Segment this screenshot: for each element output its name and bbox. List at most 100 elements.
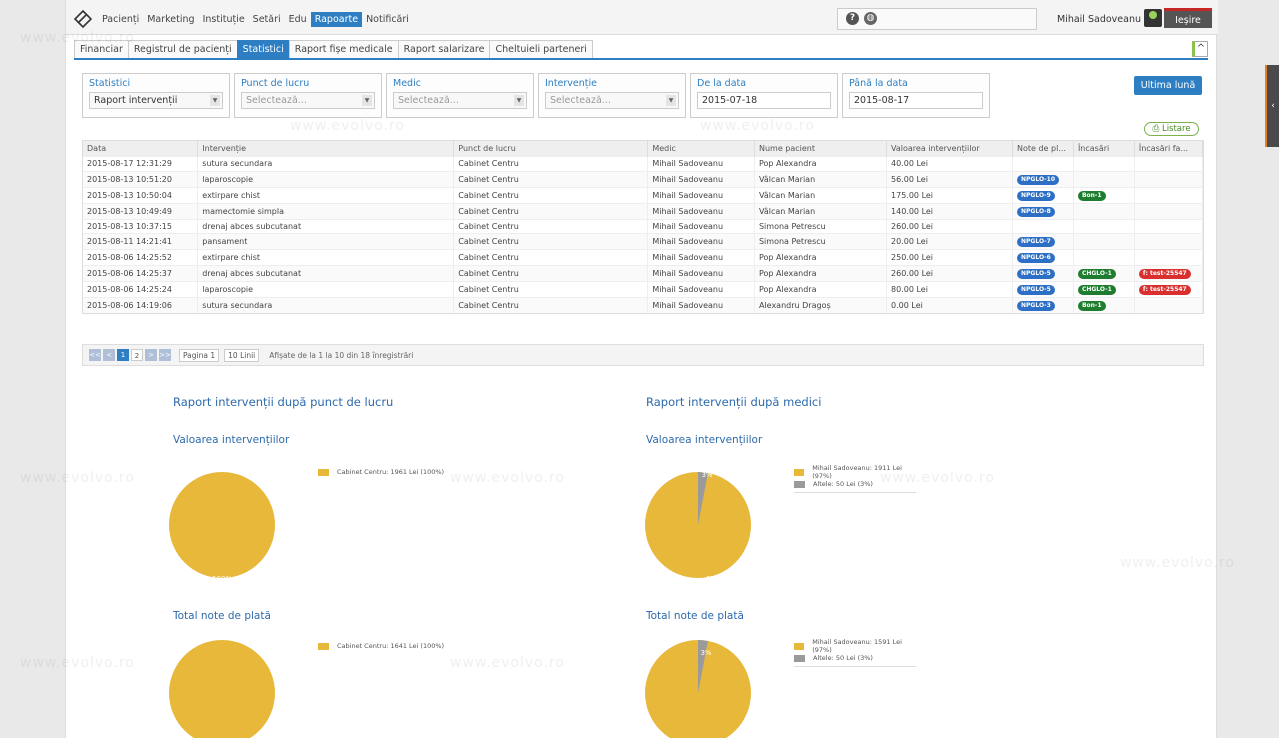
menu-item-2[interactable]: Instituție <box>199 12 249 27</box>
pager-button-0[interactable]: << <box>89 349 101 361</box>
column-header-7[interactable]: Încasări <box>1073 141 1135 157</box>
pie-right-value-other-slice <box>698 472 708 525</box>
table-cell <box>1134 218 1204 234</box>
print-list-button[interactable]: ⎙ Listare <box>1144 122 1199 136</box>
rows-per-page-select[interactable]: 10 Linii <box>224 348 260 362</box>
column-header-1[interactable]: Intervenție <box>197 141 455 157</box>
table-cell: 40.00 Lei <box>886 156 1013 171</box>
chevron-down-icon[interactable]: ▼ <box>210 95 220 106</box>
page-number-select[interactable]: Pagina 1 <box>179 348 220 362</box>
table-row[interactable]: 2015-08-11 14:21:41 pansament Cabinet Cent… <box>83 233 1204 250</box>
right-value-subtitle: Valoarea intervențiilor <box>646 434 763 446</box>
menu-item-4[interactable]: Edu <box>285 12 311 27</box>
report-left-title: Raport intervenții după punct de lucru <box>173 395 394 409</box>
table-row[interactable]: 2015-08-13 10:51:20 laparoscopie Cabinet C… <box>83 170 1204 187</box>
table-badge[interactable]: Bon-1 <box>1077 301 1106 311</box>
table-cell: 56.00 Lei <box>886 170 1013 187</box>
table-badge[interactable]: CHGLO-1 <box>1077 285 1116 295</box>
filter-input[interactable]: Selectează... ▼ <box>393 92 527 109</box>
pager-button-4[interactable]: > <box>145 349 157 361</box>
help-icon[interactable]: ? <box>846 12 859 25</box>
filter-input[interactable]: Selectează... ▼ <box>241 92 375 109</box>
column-header-5[interactable]: Valoarea intervențiilor <box>886 141 1013 157</box>
filter-input[interactable]: 2015-08-17 <box>849 92 983 109</box>
table-row[interactable]: 2015-08-06 14:25:37 drenaj abces subcutan… <box>83 265 1204 282</box>
menu-item-6[interactable]: Notificări <box>362 12 413 27</box>
legend-right-notes: Mihail Sadoveanu: 1591 Lei (97%) Altele: … <box>794 638 916 667</box>
table-row[interactable]: 2015-08-06 14:25:52 extirpare chist Cabine… <box>83 249 1204 266</box>
pager-button-1[interactable]: < <box>103 349 115 361</box>
menu-item-3[interactable]: Setări <box>249 12 285 27</box>
tab-2[interactable]: Statistici <box>236 40 290 58</box>
legend-swatch <box>794 480 805 488</box>
table-badge[interactable]: CHGLO-1 <box>1077 269 1116 279</box>
menu-item-5[interactable]: Rapoarte <box>310 12 363 27</box>
report-right-title: Raport intervenții după medici <box>646 395 822 409</box>
tab-5[interactable]: Cheltuieli parteneri <box>489 40 593 58</box>
app-logo-icon[interactable] <box>74 10 92 28</box>
pager-button-2[interactable]: 1 <box>117 349 129 361</box>
table-cell: Mihail Sadoveanu <box>647 186 755 203</box>
table-badge[interactable]: Bon-1 <box>1077 190 1106 201</box>
column-header-8[interactable]: Încasări fa... <box>1134 141 1204 157</box>
chevron-down-icon[interactable]: ▼ <box>666 95 676 106</box>
side-panel-toggle[interactable]: ‹ <box>1265 65 1279 147</box>
pager-button-5[interactable]: >> <box>159 349 171 361</box>
pie-right-value <box>645 472 751 578</box>
filter-label: Medic <box>393 78 421 89</box>
table-row[interactable]: 2015-08-06 14:25:24 laparoscopie Cabinet C… <box>83 281 1204 298</box>
user-name[interactable]: Mihail Sadoveanu <box>1057 14 1141 25</box>
table-cell <box>1134 170 1204 187</box>
tab-4[interactable]: Raport salarizare <box>397 40 491 58</box>
chevron-down-icon[interactable]: ▼ <box>514 95 524 106</box>
menu-item-0[interactable]: Pacienți <box>98 12 143 27</box>
menu-item-1[interactable]: Marketing <box>143 12 198 27</box>
table-badge[interactable]: NPGLO-9 <box>1017 190 1055 201</box>
table-cell: Vâlcan Marian <box>754 170 888 187</box>
table-badge[interactable]: NPGLO-3 <box>1017 301 1055 311</box>
table-row[interactable]: 2015-08-13 10:50:04 extirpare chist Cabine… <box>83 186 1204 203</box>
chevron-down-icon[interactable]: ▼ <box>362 95 372 106</box>
globe-icon[interactable]: ◍ <box>864 12 877 25</box>
table-badge[interactable]: NPGLO-5 <box>1017 269 1055 279</box>
table-badge[interactable]: NPGLO-10 <box>1017 174 1060 185</box>
column-header-0[interactable]: Data <box>83 141 199 157</box>
pager-button-3[interactable]: 2 <box>131 349 143 361</box>
table-badge[interactable]: f: test-25547 <box>1138 285 1191 295</box>
table-row[interactable]: 2015-08-17 12:31:29 sutura secundara Cabin… <box>83 156 1204 171</box>
column-header-6[interactable]: Note de pl... <box>1012 141 1074 157</box>
column-header-2[interactable]: Punct de lucru <box>453 141 649 157</box>
table-cell: sutura secundara <box>197 156 455 171</box>
table-row[interactable]: 2015-08-06 14:19:06 sutura secundara Cabin… <box>83 297 1204 313</box>
tab-3[interactable]: Raport fișe medicale <box>288 40 399 58</box>
legend-left-value: Cabinet Centru: 1961 Lei (100%) <box>318 466 446 478</box>
filter-input[interactable]: Raport intervenții ▼ <box>89 92 223 109</box>
table-badge[interactable]: NPGLO-6 <box>1017 253 1055 263</box>
last-month-button[interactable]: Ultima lună <box>1134 76 1202 95</box>
table-badge[interactable]: f: test-25547 <box>1138 269 1191 279</box>
column-header-4[interactable]: Nume pacient <box>754 141 888 157</box>
collapse-panel-button[interactable]: ^ <box>1192 41 1208 57</box>
pie-right-notes-other-slice <box>698 640 708 693</box>
filter-input[interactable]: Selectează... ▼ <box>545 92 679 109</box>
filter-0: Statistici Raport intervenții ▼ <box>82 73 230 118</box>
filter-input[interactable]: 2015-07-18 <box>697 92 831 109</box>
table-row[interactable]: 2015-08-13 10:49:49 mamectomie simpla Cabi… <box>83 202 1204 219</box>
table-badge[interactable]: NPGLO-5 <box>1017 285 1055 295</box>
table-badge[interactable]: NPGLO-8 <box>1017 206 1055 217</box>
legend-swatch <box>794 468 805 476</box>
table-badge[interactable]: NPGLO-7 <box>1017 237 1055 247</box>
table-cell <box>1073 156 1135 171</box>
column-header-3[interactable]: Medic <box>647 141 755 157</box>
tab-1[interactable]: Registrul de pacienți <box>127 40 238 58</box>
pie-right-value-label-main: 97% <box>706 575 722 583</box>
table-cell: Mihail Sadoveanu <box>647 281 755 298</box>
table-cell: CHGLO-1 <box>1073 265 1135 282</box>
table-row[interactable]: 2015-08-13 10:37:15 drenaj abces subcutan… <box>83 218 1204 234</box>
logout-button[interactable]: Ieșire <box>1164 8 1212 28</box>
user-avatar-icon[interactable] <box>1144 9 1162 27</box>
table-cell: Simona Petrescu <box>754 233 888 250</box>
table-cell: Cabinet Centru <box>453 156 649 171</box>
table-cell: Pop Alexandra <box>754 249 888 266</box>
tab-0[interactable]: Financiar <box>74 40 129 58</box>
